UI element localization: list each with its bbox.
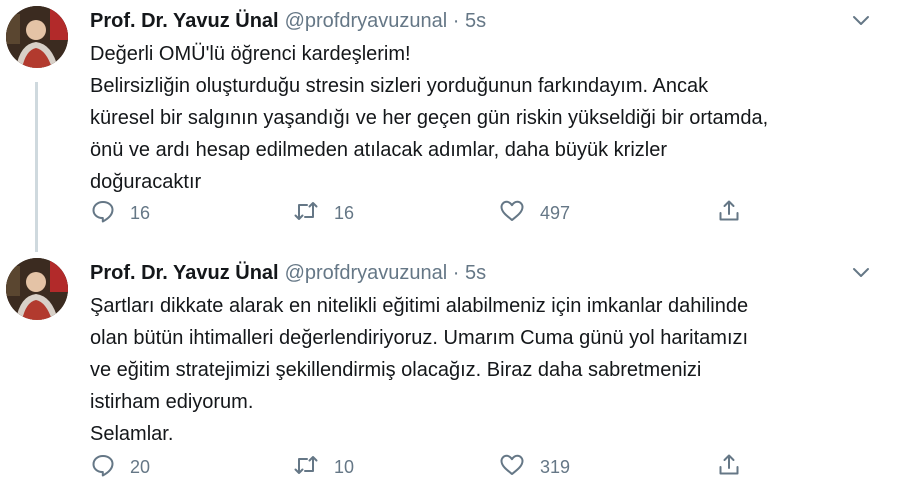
tweet-text: Şartları dikkate alarak en nitelikli eği… [90,290,890,450]
chevron-down-icon[interactable] [848,10,874,30]
tweet-text: Değerli OMÜ'lü öğrenci kardeşlerim! Beli… [90,38,890,198]
share-icon [716,452,742,483]
tweet-text-line: istirham ediyorum. [90,391,254,413]
retweet-button[interactable]: 16 [292,198,354,228]
chevron-down-icon[interactable] [848,262,874,282]
share-button[interactable] [716,452,742,482]
tweet-text-line: Değerli OMÜ'lü öğrenci kardeşlerim! [90,43,411,65]
reply-button[interactable]: 20 [90,452,150,482]
tweet-text-line: ve eğitim stratejimizi şekillendirmiş ol… [90,359,702,381]
tweet-text-line: Şartları dikkate alarak en nitelikli eği… [90,295,749,317]
tweet[interactable]: Prof. Dr. Yavuz Ünal @profdryavuzunal · 5… [0,0,900,244]
tweet-text-line: küresel bir salgının yaşandığı ve her ge… [90,107,769,129]
reply-button[interactable]: 16 [90,198,150,228]
timestamp[interactable]: 5s [465,10,486,32]
retweet-count: 16 [334,202,355,223]
like-count: 319 [540,456,571,477]
tweet-text-line: Belirsizliğin oluşturduğu stresin sizler… [90,75,709,97]
retweet-count: 10 [334,456,355,477]
separator-dot: · [452,262,460,284]
reply-count: 16 [130,202,151,223]
timestamp[interactable]: 5s [465,262,486,284]
heart-icon [498,198,526,229]
author-handle[interactable]: @profdryavuzunal [285,10,448,32]
tweet-text-line: Selamlar. [90,423,174,445]
retweet-icon [292,198,320,229]
heart-icon [498,452,526,483]
tweet-text-line: olan bütün ihtimalleri değerlendiriyoruz… [90,327,749,349]
like-count: 497 [540,202,571,223]
like-button[interactable]: 319 [498,452,570,482]
reply-icon [90,198,116,229]
retweet-icon [292,452,320,483]
share-icon [716,198,742,229]
avatar[interactable] [6,6,68,68]
tweet-text-line: doğuracaktır [90,171,202,193]
tweet[interactable]: Prof. Dr. Yavuz Ünal @profdryavuzunal · 5… [0,252,900,500]
reply-count: 20 [130,456,151,477]
separator-dot: · [452,10,460,32]
avatar[interactable] [6,258,68,320]
tweet-actions: 16 16 497 [90,198,810,228]
author-handle[interactable]: @profdryavuzunal [285,262,448,284]
author-name[interactable]: Prof. Dr. Yavuz Ünal [90,262,279,284]
tweet-header: Prof. Dr. Yavuz Ünal @profdryavuzunal · 5… [90,260,486,286]
author-name[interactable]: Prof. Dr. Yavuz Ünal [90,10,279,32]
like-button[interactable]: 497 [498,198,570,228]
share-button[interactable] [716,198,742,228]
tweet-actions: 20 10 319 [90,452,810,482]
retweet-button[interactable]: 10 [292,452,354,482]
tweet-header: Prof. Dr. Yavuz Ünal @profdryavuzunal · 5… [90,8,486,34]
tweet-text-line: önü ve ardı hesap edilmeden atılacak adı… [90,139,668,161]
reply-icon [90,452,116,483]
